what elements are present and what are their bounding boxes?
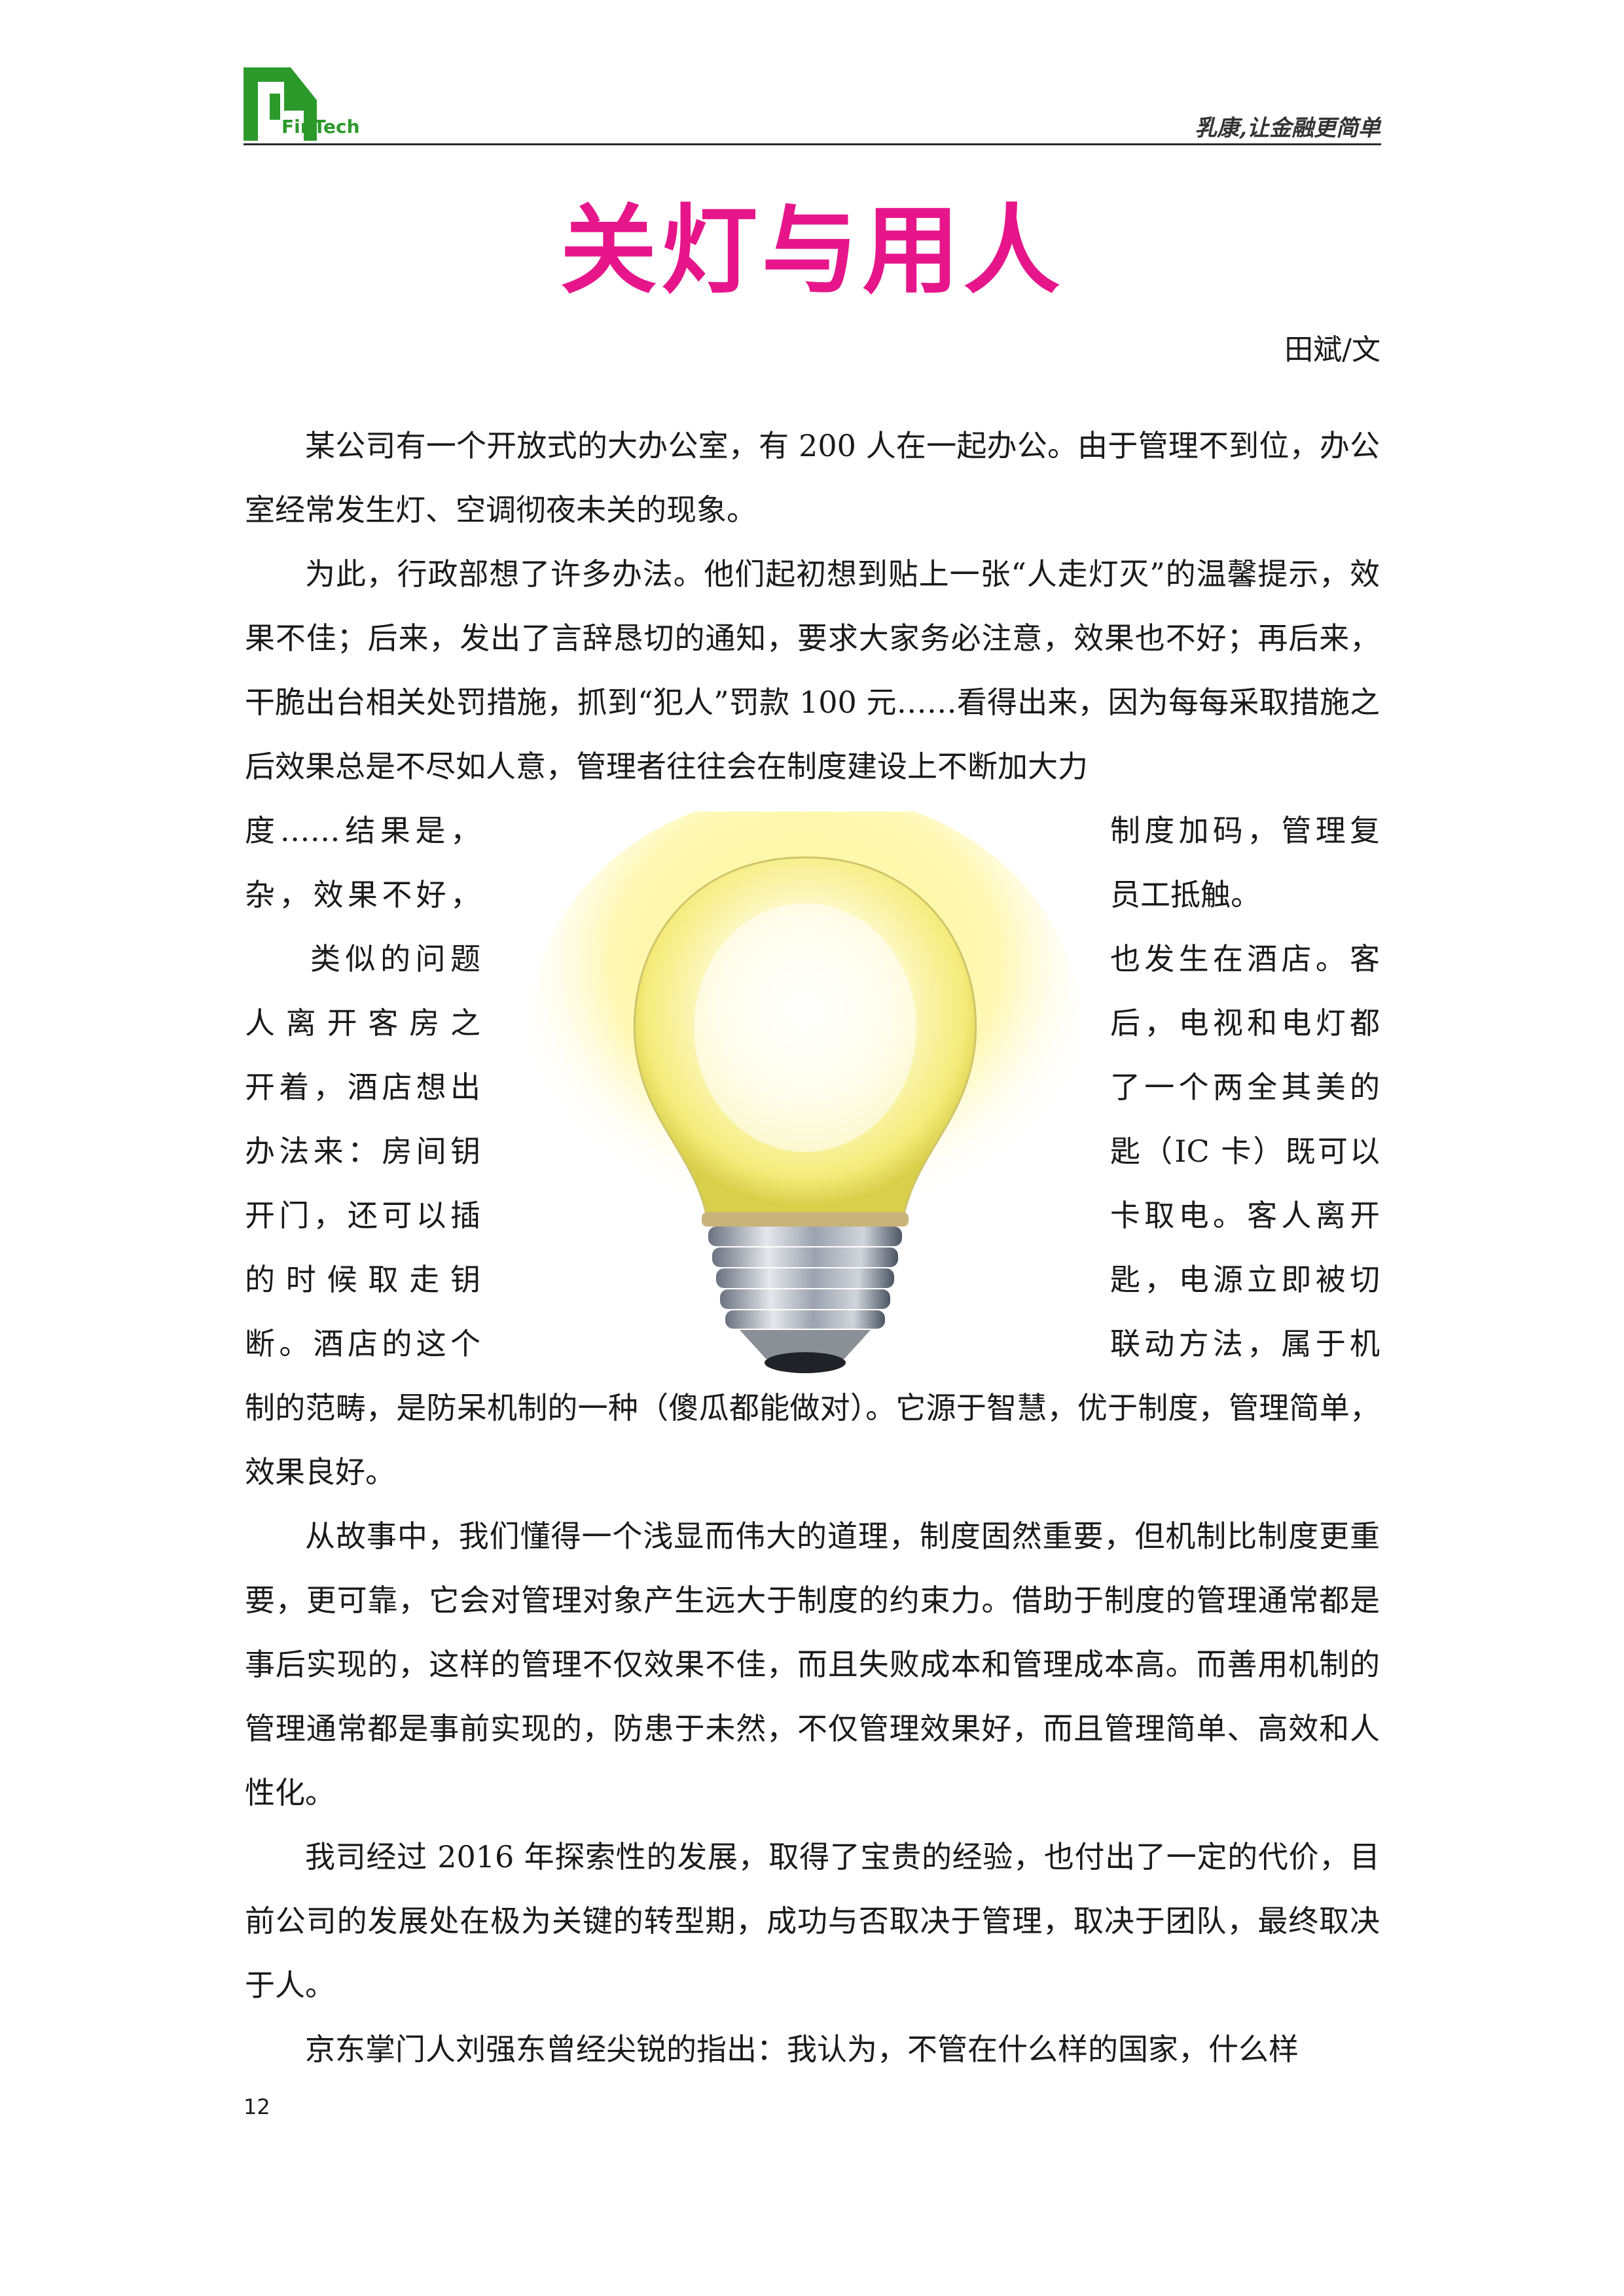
wrap-right-line: 制度加码，管理复 [1110, 813, 1380, 848]
wrap-left-line: 的时候取走钥 [245, 1262, 480, 1297]
header-divider [244, 143, 1381, 145]
wrap-left-line: 杂，效果不好， [245, 877, 480, 912]
paragraph-5: 我司经过 2016 年探索性的发展，取得了宝贵的经验，也付出了一定的代价，目前公… [245, 1839, 1380, 2003]
wrap-left-line: 办法来：房间钥 [245, 1134, 480, 1169]
document-page: FinTech 乳康,让金融更简单 关灯与用人 田斌/文 某公司有一个开放式的大… [0, 0, 1624, 2296]
wrap-right-line: 卡取电。客人离开 [1110, 1198, 1380, 1233]
wrap-left-line: 人离开客房之 [245, 1005, 480, 1041]
fintech-logo: FinTech [244, 67, 360, 141]
paragraph-2-tail: 制的范畴，是防呆机制的一种（傻瓜都能做对）。它源于智慧，优于制度，管理简单，效果… [245, 1390, 1380, 1490]
wrap-left-line: 度……结果是， [245, 813, 480, 848]
article-byline: 田斌/文 [1284, 333, 1380, 367]
wrap-right-line: 匙（IC 卡）既可以 [1110, 1134, 1380, 1169]
article-title: 关灯与用人 [560, 194, 1064, 307]
page-number: 12 [244, 2094, 270, 2119]
paragraph-4: 从故事中，我们懂得一个浅显而伟大的道理，制度固然重要，但机制比制度更重要，更可靠… [245, 1518, 1380, 1810]
light-bulb-illustration [530, 812, 1080, 1373]
paragraph-2: 为此，行政部想了许多办法。他们起初想到贴上一张“人走灯灭”的温馨提示，效果不佳；… [245, 556, 1380, 784]
wrap-left-line: 类似的问题 [310, 941, 480, 977]
wrap-right-line: 了一个两全其美的 [1110, 1069, 1380, 1105]
wrap-left-line: 开着，酒店想出 [245, 1069, 480, 1105]
header-slogan: 乳康,让金融更简单 [1195, 115, 1380, 141]
paragraph-1: 某公司有一个开放式的大办公室，有 200 人在一起办公。由于管理不到位，办公室经… [245, 428, 1380, 528]
wrap-right-line: 后，电视和电灯都 [1110, 1005, 1380, 1041]
wrap-right-line: 匙，电源立即被切 [1110, 1262, 1380, 1297]
paragraph-6: 京东掌门人刘强东曾经尖锐的指出：我认为，不管在什么样的国家，什么样 [305, 2032, 1299, 2067]
wrap-right-line: 联动方法，属于机 [1110, 1326, 1380, 1361]
wrap-right-line: 员工抵触。 [1110, 877, 1261, 912]
logo-text: FinTech [281, 116, 360, 137]
wrap-right-line: 也发生在酒店。客 [1110, 941, 1380, 977]
wrap-left-line: 断。酒店的这个 [245, 1326, 480, 1361]
wrap-left-line: 开门，还可以插 [245, 1198, 480, 1233]
